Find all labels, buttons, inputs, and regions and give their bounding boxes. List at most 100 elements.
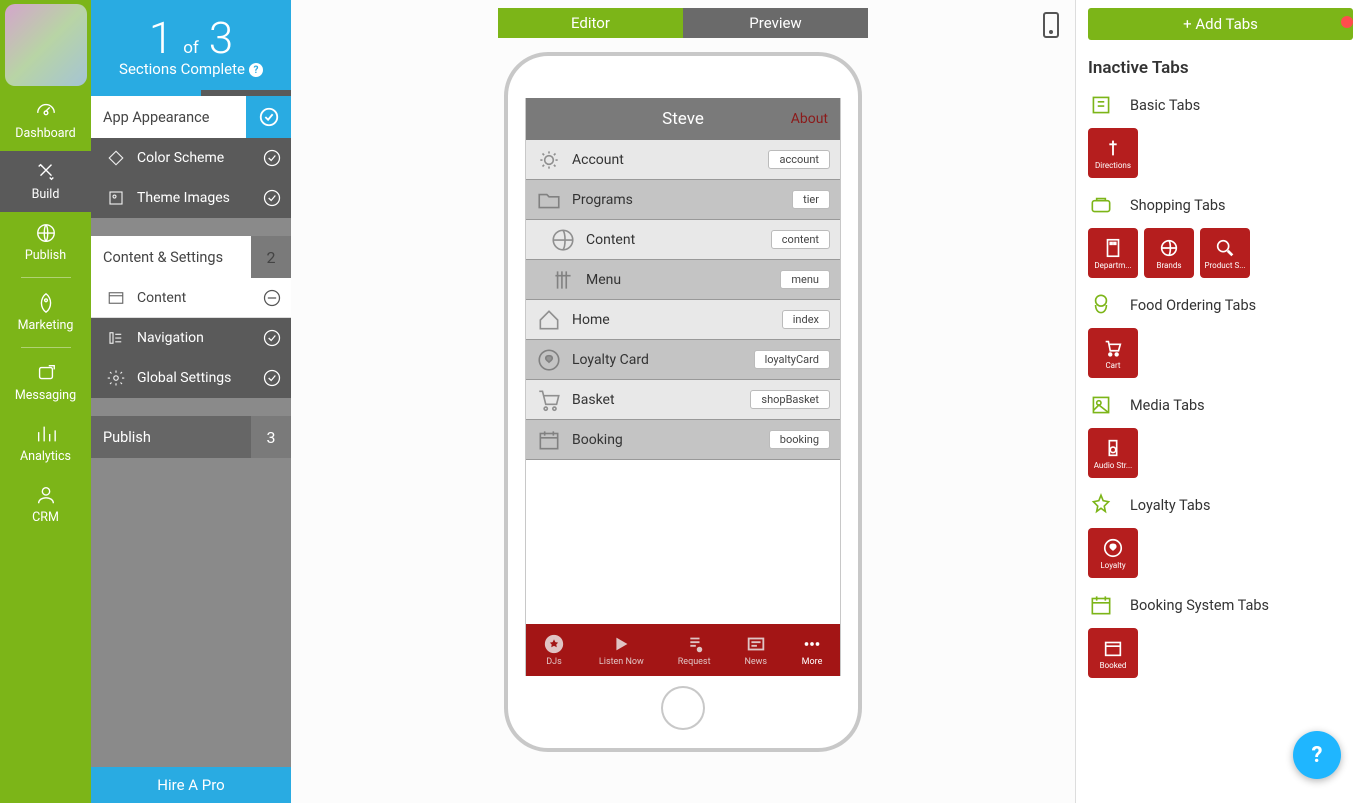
help-icon[interactable]: ? [249,63,263,77]
device-toggle-icon[interactable] [1043,12,1059,38]
subitem-color-scheme[interactable]: Color Scheme [91,138,291,178]
tab-preview[interactable]: Preview [683,8,868,38]
tab-editor[interactable]: Editor [498,8,683,38]
progress-subtitle: Sections Complete [119,60,245,78]
globe-icon [33,222,59,244]
row-tag: loyaltyCard [754,350,830,369]
nav-label: CRM [32,510,59,525]
category-label: Food Ordering Tabs [1130,297,1256,314]
row-icon [536,427,562,453]
nav-label: Messaging [15,388,76,403]
row-icon [536,147,562,173]
category-icon [1088,392,1114,418]
category-row: Media Tabs [1088,392,1353,418]
inactive-tab-tile[interactable]: Product S... [1200,228,1250,278]
nav-messaging[interactable]: Messaging [0,352,91,413]
home-button[interactable] [661,686,705,730]
nav-marketing[interactable]: Marketing [0,282,91,343]
left-nav: Dashboard Build Publish Marketing Messag… [0,0,91,803]
tile-label: Booked [1100,661,1127,670]
panel-title: Inactive Tabs [1088,58,1353,78]
nav-label: Analytics [20,449,71,464]
right-panel: + Add Tabs Inactive Tabs Basic Tabs Direc… [1075,0,1365,803]
tabbar-listen[interactable]: Listen Now [599,633,644,667]
row-tag: menu [780,270,830,289]
list-icon [107,329,125,347]
tabbar-label: DJs [546,657,562,667]
tabbar-request[interactable]: Request [678,633,711,667]
category-row: Food Ordering Tabs [1088,292,1353,318]
screen-header: Steve About [526,98,840,140]
inactive-tab-tile[interactable]: Brands [1144,228,1194,278]
row-label: Content [586,232,771,248]
content-row[interactable]: Homeindex [526,300,840,340]
tabbar-djs[interactable]: DJs [543,633,565,667]
category-icon [1088,492,1114,518]
content-row[interactable]: Accountaccount [526,140,840,180]
content-row[interactable]: Menumenu [526,260,840,300]
row-label: Booking [572,432,769,448]
section-title: Publish [103,429,151,446]
chart-icon [33,423,59,445]
nav-build[interactable]: Build [0,151,91,212]
center-panel: Editor Preview Steve About Accountaccoun… [291,0,1075,803]
row-icon [550,227,576,253]
tools-icon [33,161,59,183]
check-icon [253,319,291,357]
category-row: Booking System Tabs [1088,592,1353,618]
content-row[interactable]: Programstier [526,180,840,220]
app-avatar[interactable] [5,4,87,86]
tile-row: Cart [1088,328,1353,378]
content-row[interactable]: Loyalty CardloyaltyCard [526,340,840,380]
about-link[interactable]: About [791,111,828,127]
tile-icon [1102,237,1124,259]
content-row[interactable]: Contentcontent [526,220,840,260]
subitem-label: Navigation [137,330,204,346]
screen-title: Steve [662,109,704,129]
row-label: Loyalty Card [572,352,754,368]
subitem-navigation[interactable]: Navigation [91,318,291,358]
message-icon [33,362,59,384]
row-label: Home [572,312,782,328]
gauge-icon [33,100,59,122]
row-icon [536,387,562,413]
tabbar-more[interactable]: More [801,633,823,667]
progress-of: of [183,38,199,58]
tabbar-label: Listen Now [599,657,644,667]
subitem-theme-images[interactable]: Theme Images [91,178,291,218]
phone-tabbar: DJs Listen Now Request News More [526,624,840,676]
nav-dashboard[interactable]: Dashboard [0,90,91,151]
subitem-label: Theme Images [137,190,230,206]
tile-icon [1102,637,1124,659]
add-tabs-button[interactable]: + Add Tabs [1088,8,1353,40]
category-row: Shopping Tabs [1088,192,1353,218]
section-app-appearance[interactable]: App Appearance [91,96,291,138]
category-icon [1088,192,1114,218]
inactive-tab-tile[interactable]: Departm... [1088,228,1138,278]
subitem-content[interactable]: Content [91,278,291,318]
nav-crm[interactable]: CRM [0,474,91,535]
section-publish[interactable]: Publish 3 [91,416,291,458]
inactive-tab-tile[interactable]: Loyalty [1088,528,1138,578]
view-tabs: Editor Preview [498,8,868,38]
section-content-settings[interactable]: Content & Settings 2 [91,236,291,278]
star-icon [543,633,565,655]
tabbar-label: More [802,657,823,667]
row-tag: booking [769,430,830,449]
inactive-tab-tile[interactable]: Audio Str... [1088,428,1138,478]
hire-pro-button[interactable]: Hire A Pro [91,767,291,803]
category-label: Loyalty Tabs [1130,497,1210,514]
inactive-tab-tile[interactable]: Directions [1088,128,1138,178]
subitem-global-settings[interactable]: Global Settings [91,358,291,398]
subitem-label: Color Scheme [137,150,224,166]
help-fab[interactable]: ? [1293,731,1341,779]
content-row[interactable]: BasketshopBasket [526,380,840,420]
content-row[interactable]: Bookingbooking [526,420,840,460]
tabbar-news[interactable]: News [744,633,767,667]
category-label: Basic Tabs [1130,97,1200,114]
inactive-tab-tile[interactable]: Booked [1088,628,1138,678]
nav-analytics[interactable]: Analytics [0,413,91,474]
progress-total: 3 [209,12,233,64]
nav-publish[interactable]: Publish [0,212,91,273]
inactive-tab-tile[interactable]: Cart [1088,328,1138,378]
